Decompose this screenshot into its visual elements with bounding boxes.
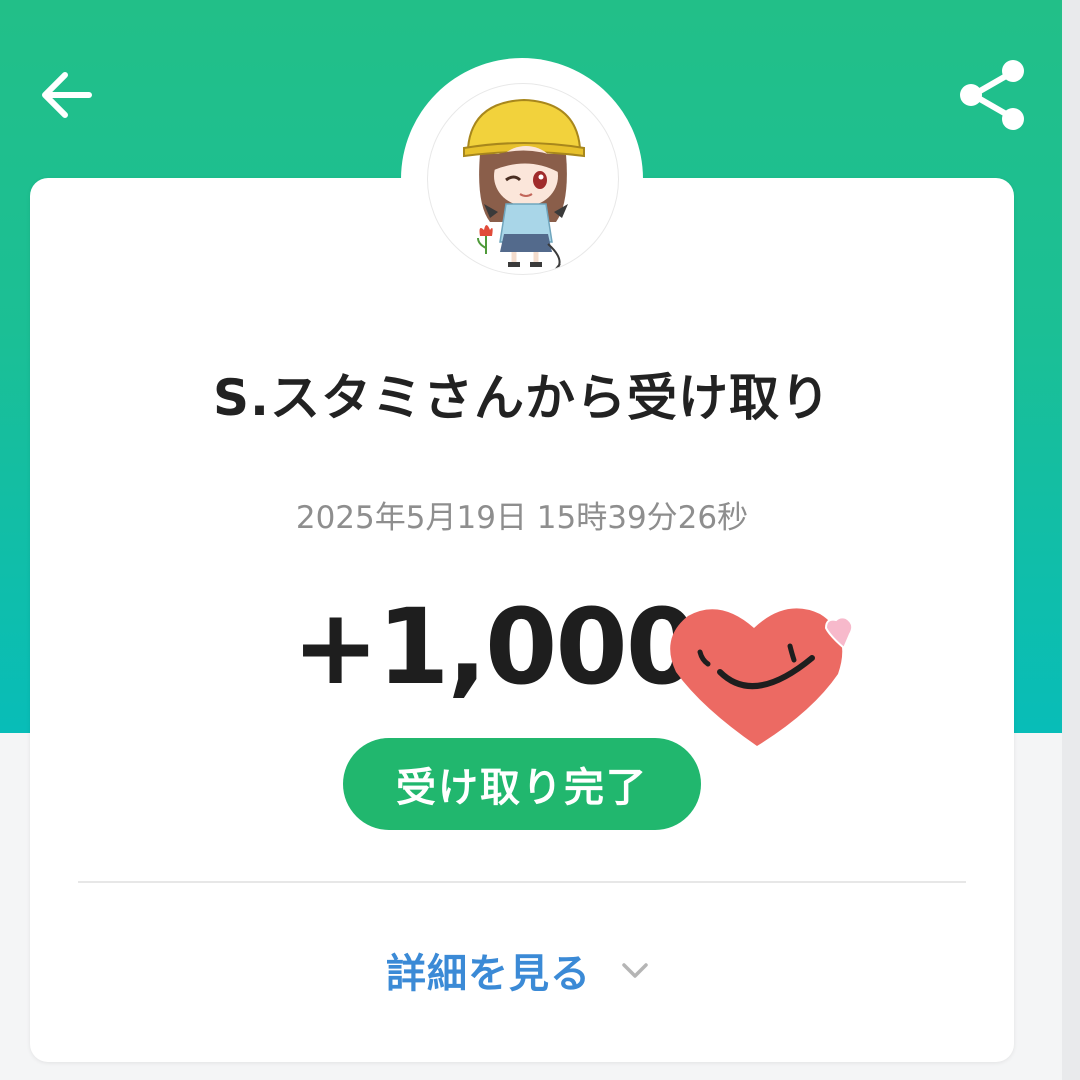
share-icon	[960, 60, 1024, 130]
share-button[interactable]	[948, 56, 1034, 136]
transfer-receipt-screen: S.スタミさんから受け取り 2025年5月19日 15時39分26秒 +1,00…	[0, 0, 1080, 1080]
view-details-button[interactable]: 詳細を見る	[386, 938, 653, 1002]
transaction-timestamp: 2025年5月19日 15時39分26秒	[295, 500, 749, 536]
chevron-down-icon	[622, 963, 648, 978]
scrollbar-track	[1062, 0, 1080, 1080]
back-button[interactable]	[30, 58, 104, 132]
avatar	[427, 83, 619, 275]
divider	[78, 881, 966, 883]
status-badge: 受け取り完了	[343, 738, 701, 830]
view-details-label: 詳細を見る	[386, 951, 591, 997]
smiling-heart-sticker-icon	[670, 608, 854, 746]
transaction-title: S.スタミさんから受け取り	[212, 369, 831, 427]
arrow-left-icon	[42, 72, 92, 118]
transaction-amount: +1,000	[292, 586, 698, 708]
avatar-character-icon	[463, 98, 585, 273]
